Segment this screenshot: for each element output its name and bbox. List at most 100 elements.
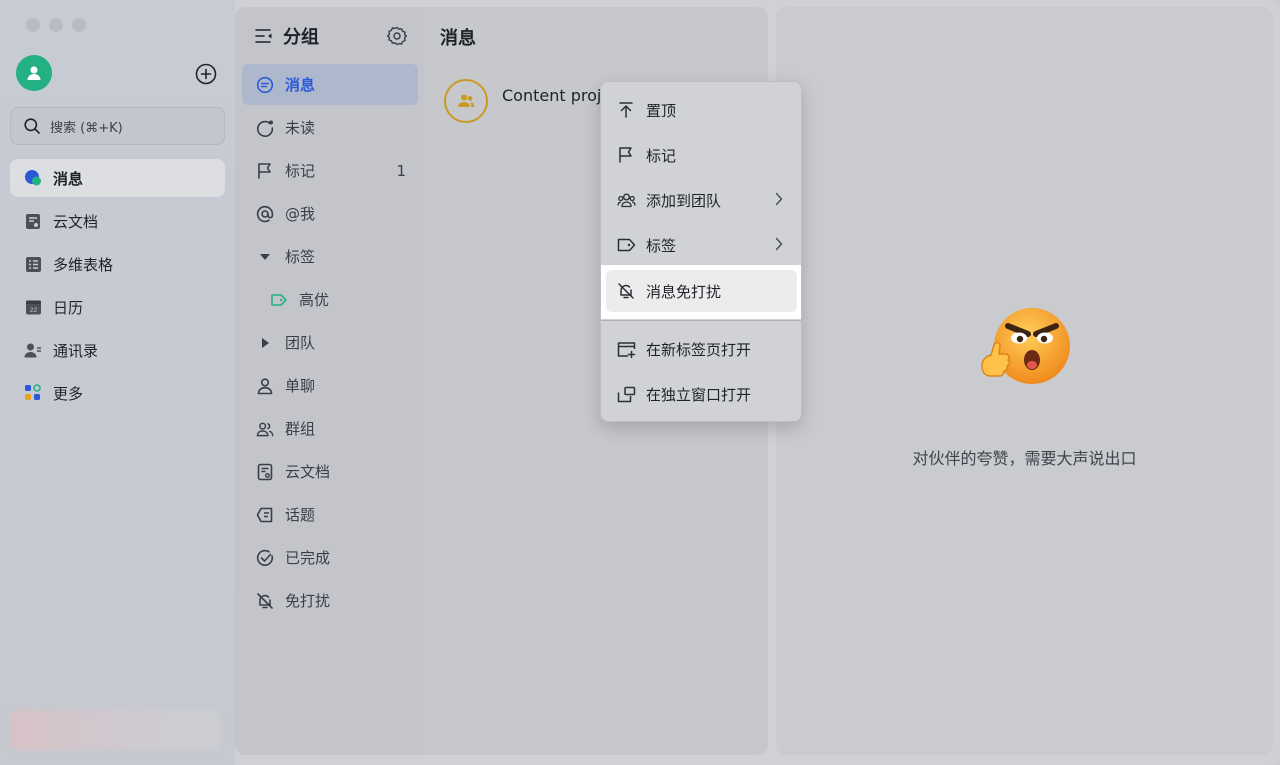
group-item-mentions[interactable]: @我 xyxy=(242,193,418,234)
nav-item-contacts[interactable]: 通讯录 xyxy=(10,331,225,369)
chat-bubble-icon xyxy=(24,169,42,187)
menu-item-label: 添加到团队 xyxy=(646,191,722,210)
caret-down-icon[interactable] xyxy=(256,248,274,266)
apps-icon xyxy=(24,384,42,402)
flag-icon xyxy=(616,145,636,165)
chevron-right-icon xyxy=(775,237,783,251)
group-item-groups[interactable]: 群组 xyxy=(242,408,418,449)
menu-item-add-to-team[interactable]: 添加到团队 xyxy=(606,179,797,221)
search-input[interactable]: 搜索 (⌘+K) xyxy=(10,107,225,145)
menu-item-open-new-tab[interactable]: 在新标签页打开 xyxy=(606,328,797,370)
pin-top-icon xyxy=(616,100,636,120)
nav-item-label: 云文档 xyxy=(53,212,99,231)
empty-state-caption: 对伙伴的夸赞，需要大声说出口 xyxy=(912,449,1137,468)
new-window-icon xyxy=(616,384,636,404)
group-item-topics[interactable]: 话题 xyxy=(242,494,418,535)
menu-item-mute[interactable]: 消息免打扰 xyxy=(606,270,797,312)
blurred-footer-block xyxy=(10,710,220,750)
group-item-teams[interactable]: 团队 xyxy=(242,322,418,363)
flag-count-badge: 1 xyxy=(396,161,406,180)
done-icon xyxy=(256,549,274,567)
add-circle-icon[interactable] xyxy=(194,62,218,86)
menu-item-tag[interactable]: 标签 xyxy=(606,224,797,266)
nav-item-label: 更多 xyxy=(53,384,84,403)
person-icon xyxy=(256,377,274,395)
collapse-panel-icon[interactable] xyxy=(255,28,273,44)
doc-icon xyxy=(24,212,42,230)
nav-item-docs[interactable]: 云文档 xyxy=(10,202,225,240)
menu-item-label: 标签 xyxy=(646,236,677,255)
group-item-done[interactable]: 已完成 xyxy=(242,537,418,578)
search-placeholder: 搜索 (⌘+K) xyxy=(50,120,123,136)
contacts-icon xyxy=(24,341,42,359)
group-item-unread[interactable]: 未读 xyxy=(242,107,418,148)
search-icon xyxy=(24,118,40,134)
menu-item-flag[interactable]: 标记 xyxy=(606,134,797,176)
nav-item-label: 多维表格 xyxy=(53,255,114,274)
group-item-label: 团队 xyxy=(285,334,316,352)
chat-name: Content proje xyxy=(502,86,612,105)
group-panel: 分组 消息 未读 标记 1 @我 标签 高优 团队 单聊 群组 云文档 话题 已… xyxy=(235,7,425,755)
topic-icon xyxy=(256,506,274,524)
menu-item-pin[interactable]: 置顶 xyxy=(606,89,797,131)
gear-icon[interactable] xyxy=(387,26,407,46)
nav-item-more[interactable]: 更多 xyxy=(10,374,225,412)
group-item-label: 消息 xyxy=(285,76,316,94)
group-item-label: 群组 xyxy=(285,420,316,438)
team-icon xyxy=(616,190,636,210)
calendar-icon: 22 xyxy=(24,298,42,316)
nav-item-bitable[interactable]: 多维表格 xyxy=(10,245,225,283)
nav-item-calendar[interactable]: 22 日历 xyxy=(10,288,225,326)
group-item-label: 标签 xyxy=(285,248,316,266)
group-item-label: 已完成 xyxy=(285,549,331,567)
chat-list-item[interactable]: Content proje xyxy=(444,79,611,123)
menu-item-label: 在独立窗口打开 xyxy=(646,385,752,404)
nav-item-messages[interactable]: 消息 xyxy=(10,159,225,197)
svg-text:22: 22 xyxy=(29,307,37,314)
empty-state-panel: 对伙伴的夸赞，需要大声说出口 xyxy=(776,7,1273,755)
group-list: 消息 未读 标记 1 @我 标签 高优 团队 单聊 群组 云文档 话题 已完成 … xyxy=(242,64,418,623)
group-item-high-priority[interactable]: 高优 xyxy=(242,279,418,320)
message-list-title: 消息 xyxy=(440,28,476,49)
angry-thumbs-emoji-illustration xyxy=(981,308,1070,384)
group-item-label: 未读 xyxy=(285,119,316,137)
menu-item-label: 在新标签页打开 xyxy=(646,340,752,359)
user-avatar[interactable] xyxy=(16,55,52,91)
menu-item-label: 消息免打扰 xyxy=(646,282,722,301)
group-icon xyxy=(256,420,274,438)
new-tab-icon xyxy=(616,339,636,359)
table-icon xyxy=(24,255,42,273)
chevron-right-icon xyxy=(775,192,783,206)
group-item-messages[interactable]: 消息 xyxy=(242,64,418,105)
group-item-flagged[interactable]: 标记 1 xyxy=(242,150,418,191)
group-item-docs[interactable]: 云文档 xyxy=(242,451,418,492)
group-item-muted[interactable]: 免打扰 xyxy=(242,580,418,621)
group-title: 分组 xyxy=(283,27,319,48)
tag-icon xyxy=(616,235,636,255)
group-item-direct[interactable]: 单聊 xyxy=(242,365,418,406)
group-icon xyxy=(458,94,475,107)
mute-icon xyxy=(616,281,636,301)
group-item-label: 云文档 xyxy=(285,463,331,481)
group-item-labels[interactable]: 标签 xyxy=(242,236,418,277)
chat-icon xyxy=(256,76,274,94)
window-controls xyxy=(26,18,86,32)
nav-item-label: 日历 xyxy=(53,298,84,317)
group-item-label: 高优 xyxy=(299,291,330,309)
nav-item-label: 消息 xyxy=(53,169,84,188)
caret-right-icon[interactable] xyxy=(256,334,274,352)
group-item-label: 单聊 xyxy=(285,377,316,395)
left-navigation: 搜索 (⌘+K) 消息 云文档 多维表格 22 日历 通讯录 更多 xyxy=(0,0,235,765)
minimize-window-button[interactable] xyxy=(49,18,63,32)
group-item-label: 话题 xyxy=(285,506,316,524)
tag-icon xyxy=(270,291,288,309)
menu-item-open-new-window[interactable]: 在独立窗口打开 xyxy=(606,373,797,415)
main-nav-list: 消息 云文档 多维表格 22 日历 通讯录 更多 xyxy=(10,159,225,417)
flag-icon xyxy=(256,162,274,180)
zoom-window-button[interactable] xyxy=(72,18,86,32)
menu-item-label: 标记 xyxy=(646,146,677,165)
group-item-label: 标记 xyxy=(285,162,316,180)
app-window: 搜索 (⌘+K) 消息 云文档 多维表格 22 日历 通讯录 更多 分组 消息 … xyxy=(0,0,1280,765)
at-icon xyxy=(256,205,274,223)
close-window-button[interactable] xyxy=(26,18,40,32)
